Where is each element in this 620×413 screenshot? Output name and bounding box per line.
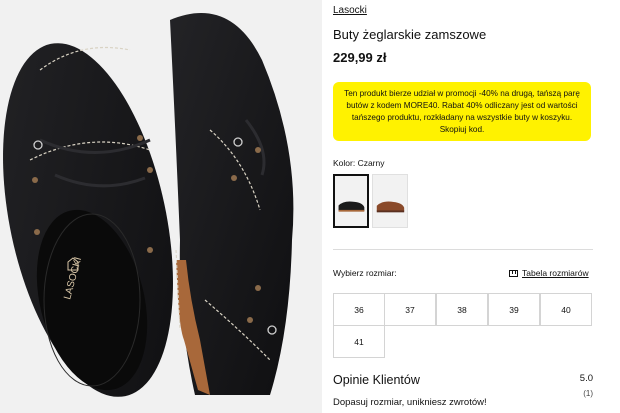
right-shoe [170,13,294,396]
size-label: Wybierz rozmiar: [333,268,397,278]
product-info-panel: Lasocki Buty żeglarskie zamszowe 229,99 … [333,0,593,413]
left-shoe: LASOCKI [3,43,173,397]
reviews-subtitle: Dopasuj rozmiar, unikniesz zwrotów! [333,397,487,408]
size-option-39[interactable]: 39 [488,293,540,326]
reviews-score: 5.0 [579,373,593,384]
shoe-pair-image: LASOCKI [3,13,294,397]
size-option-41[interactable]: 41 [333,325,385,358]
brown-shoe-thumbnail [376,201,405,213]
size-option-37[interactable]: 37 [384,293,436,326]
size-option-38[interactable]: 38 [436,293,488,326]
size-option-40[interactable]: 40 [540,293,592,326]
reviews-count: (1) [583,389,593,398]
size-chart-label: Tabela rozmiarów [522,268,589,278]
product-image[interactable]: LASOCKI [0,0,322,413]
size-option-36[interactable]: 36 [333,293,385,326]
ruler-icon [509,269,518,277]
color-swatch-black[interactable] [333,174,369,228]
divider [333,249,593,250]
black-shoe-thumbnail [338,201,365,212]
reviews-title[interactable]: Opinie Klientów [333,373,420,387]
size-chart-link[interactable]: Tabela rozmiarów [509,268,589,278]
brand-link[interactable]: Lasocki [333,5,367,16]
promo-banner[interactable]: Ten produkt bierze udział w promocji -40… [333,82,591,141]
color-label: Kolor: Czarny [333,158,385,168]
product-price: 229,99 zł [333,50,387,65]
product-title: Buty żeglarskie zamszowe [333,27,487,42]
color-swatch-brown[interactable] [372,174,408,228]
